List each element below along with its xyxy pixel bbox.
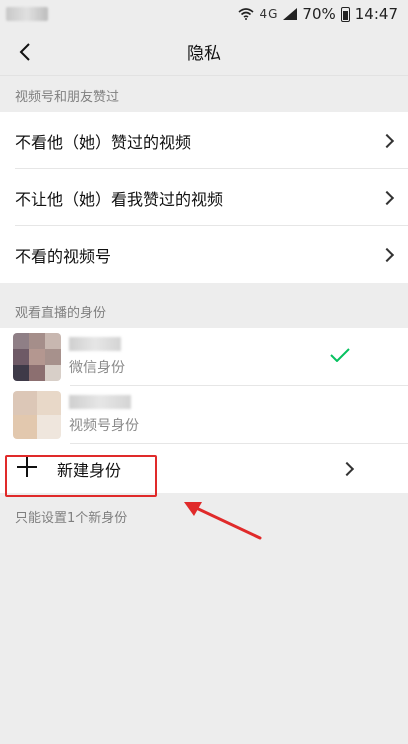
identity-footnote: 只能设置1个新身份 <box>15 511 128 526</box>
battery-icon <box>340 6 350 22</box>
chevron-left-icon <box>19 43 30 61</box>
status-time: 14:47 <box>354 5 398 23</box>
identity-row-wechat[interactable]: 微信身份 <box>0 328 408 386</box>
status-right: 4G 70% 14:47 <box>238 5 398 23</box>
nav-bar: 隐私 <box>0 28 408 76</box>
wifi-icon <box>238 8 255 20</box>
status-bar: 4G 70% 14:47 <box>0 0 408 28</box>
identity-text: 视频号身份 <box>69 395 139 435</box>
network-type: 4G <box>259 7 279 21</box>
chevron-right-icon <box>379 133 395 148</box>
chevron-right-icon <box>379 247 395 262</box>
signal-icon <box>283 8 298 20</box>
setting-label: 不看的视频号 <box>15 246 112 266</box>
setting-label: 不让他（她）看我赞过的视频 <box>15 189 224 209</box>
avatar <box>13 391 61 439</box>
blurred-notification-icon <box>6 7 48 21</box>
blurred-name <box>69 395 131 409</box>
section-header-live: 观看直播的身份 <box>15 306 107 321</box>
section-header-likes: 视频号和朋友赞过 <box>15 90 120 105</box>
setting-label: 不看他（她）赞过的视频 <box>15 132 192 152</box>
blurred-name <box>69 337 121 351</box>
page-title: 隐私 <box>187 44 221 64</box>
status-left <box>6 7 48 21</box>
identity-type-label: 视频号身份 <box>69 418 139 434</box>
identity-text: 微信身份 <box>69 337 125 377</box>
identity-type-label: 微信身份 <box>69 360 125 376</box>
setting-row-hide-their-likes[interactable]: 不看他（她）赞过的视频 <box>0 112 408 169</box>
chevron-right-icon <box>339 461 355 476</box>
chevron-right-icon <box>379 190 395 205</box>
setting-row-hide-my-likes[interactable]: 不让他（她）看我赞过的视频 <box>0 169 408 226</box>
back-button[interactable] <box>10 36 40 68</box>
battery-percent: 70% <box>302 5 336 23</box>
check-icon <box>330 348 350 362</box>
annotation-highlight-box <box>5 455 157 497</box>
likes-settings-group: 不看他（她）赞过的视频 不让他（她）看我赞过的视频 不看的视频号 <box>0 112 408 283</box>
setting-row-hidden-channels[interactable]: 不看的视频号 <box>0 226 408 283</box>
avatar <box>13 333 61 381</box>
identity-row-channels[interactable]: 视频号身份 <box>0 386 408 444</box>
annotation-arrow-icon <box>184 502 262 540</box>
